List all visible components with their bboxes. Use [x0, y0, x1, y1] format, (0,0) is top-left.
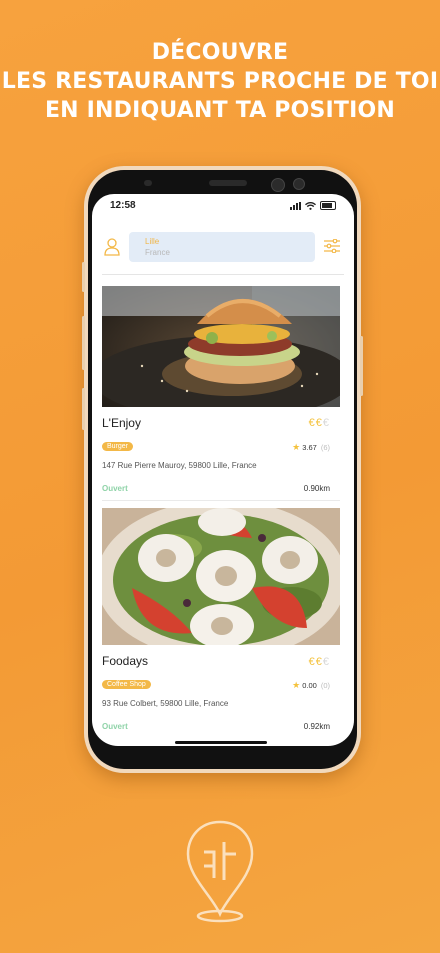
app-logo-pin-icon [186, 820, 254, 923]
rating-count: (6) [320, 443, 330, 452]
rating-count: (0) [320, 681, 330, 690]
rating-value: 3.67 [302, 443, 317, 452]
category-badge: Coffee Shop [102, 680, 151, 689]
price-euro-filled: € [315, 417, 323, 429]
price-euro-empty: € [322, 417, 330, 429]
price-level: €€€ [309, 417, 330, 429]
headline: DÉCOUVRE LES RESTAURANTS PROCHE DE TOI E… [0, 38, 440, 125]
phone-speaker [209, 180, 247, 186]
restaurant-address: 93 Rue Colbert, 59800 Lille, France [102, 699, 229, 708]
header-divider [102, 274, 344, 275]
price-level: €€€ [309, 656, 330, 668]
price-euro-filled: € [308, 656, 316, 668]
status-time: 12:58 [110, 200, 136, 211]
wifi-icon [305, 201, 316, 210]
phone-side-button [82, 262, 85, 292]
category-badge: Burger [102, 442, 134, 451]
phone-camera [271, 178, 285, 192]
app-screen: 12:58 Lille France L'Enjoy €€€ Burger ★ … [92, 194, 354, 746]
location-field[interactable]: Lille France [129, 232, 315, 262]
star-icon: ★ [292, 680, 301, 690]
rating: ★ 3.67 (6) [292, 442, 330, 453]
headline-line-2: LES RESTAURANTS PROCHE DE TOI [1, 69, 439, 94]
distance: 0.92km [303, 722, 330, 731]
status-icons [290, 201, 336, 210]
star-icon: ★ [292, 442, 301, 452]
card-separator [102, 500, 340, 501]
price-euro-filled: € [308, 417, 316, 429]
restaurant-address: 147 Rue Pierre Mauroy, 59800 Lille, Fran… [102, 461, 257, 470]
filter-icon[interactable] [324, 239, 340, 253]
headline-line-1: DÉCOUVRE [151, 40, 289, 65]
headline-line-3: EN INDIQUANT TA POSITION [44, 98, 396, 123]
price-euro-empty: € [322, 656, 330, 668]
phone-camera [293, 178, 305, 190]
phone-power-button [360, 336, 363, 396]
rating-value: 0.00 [302, 681, 317, 690]
home-indicator[interactable] [175, 741, 267, 744]
restaurant-name: Foodays [102, 654, 149, 668]
phone-side-button [82, 316, 85, 370]
restaurant-photo-burger[interactable] [102, 286, 340, 407]
user-icon[interactable] [104, 238, 120, 256]
open-status: Ouvert [102, 484, 128, 493]
distance: 0.90km [303, 484, 330, 493]
location-country: France [145, 248, 170, 257]
location-city: Lille [145, 237, 160, 246]
price-euro-filled: € [315, 656, 323, 668]
open-status: Ouvert [102, 722, 128, 731]
restaurant-photo-salad[interactable] [102, 508, 340, 645]
signal-icon [290, 201, 301, 210]
top-bar: Lille France [92, 230, 354, 270]
restaurant-name: L'Enjoy [102, 416, 141, 430]
phone-sensor [144, 180, 152, 186]
phone-side-button [82, 388, 85, 430]
rating: ★ 0.00 (0) [292, 680, 330, 691]
battery-icon [320, 201, 336, 210]
